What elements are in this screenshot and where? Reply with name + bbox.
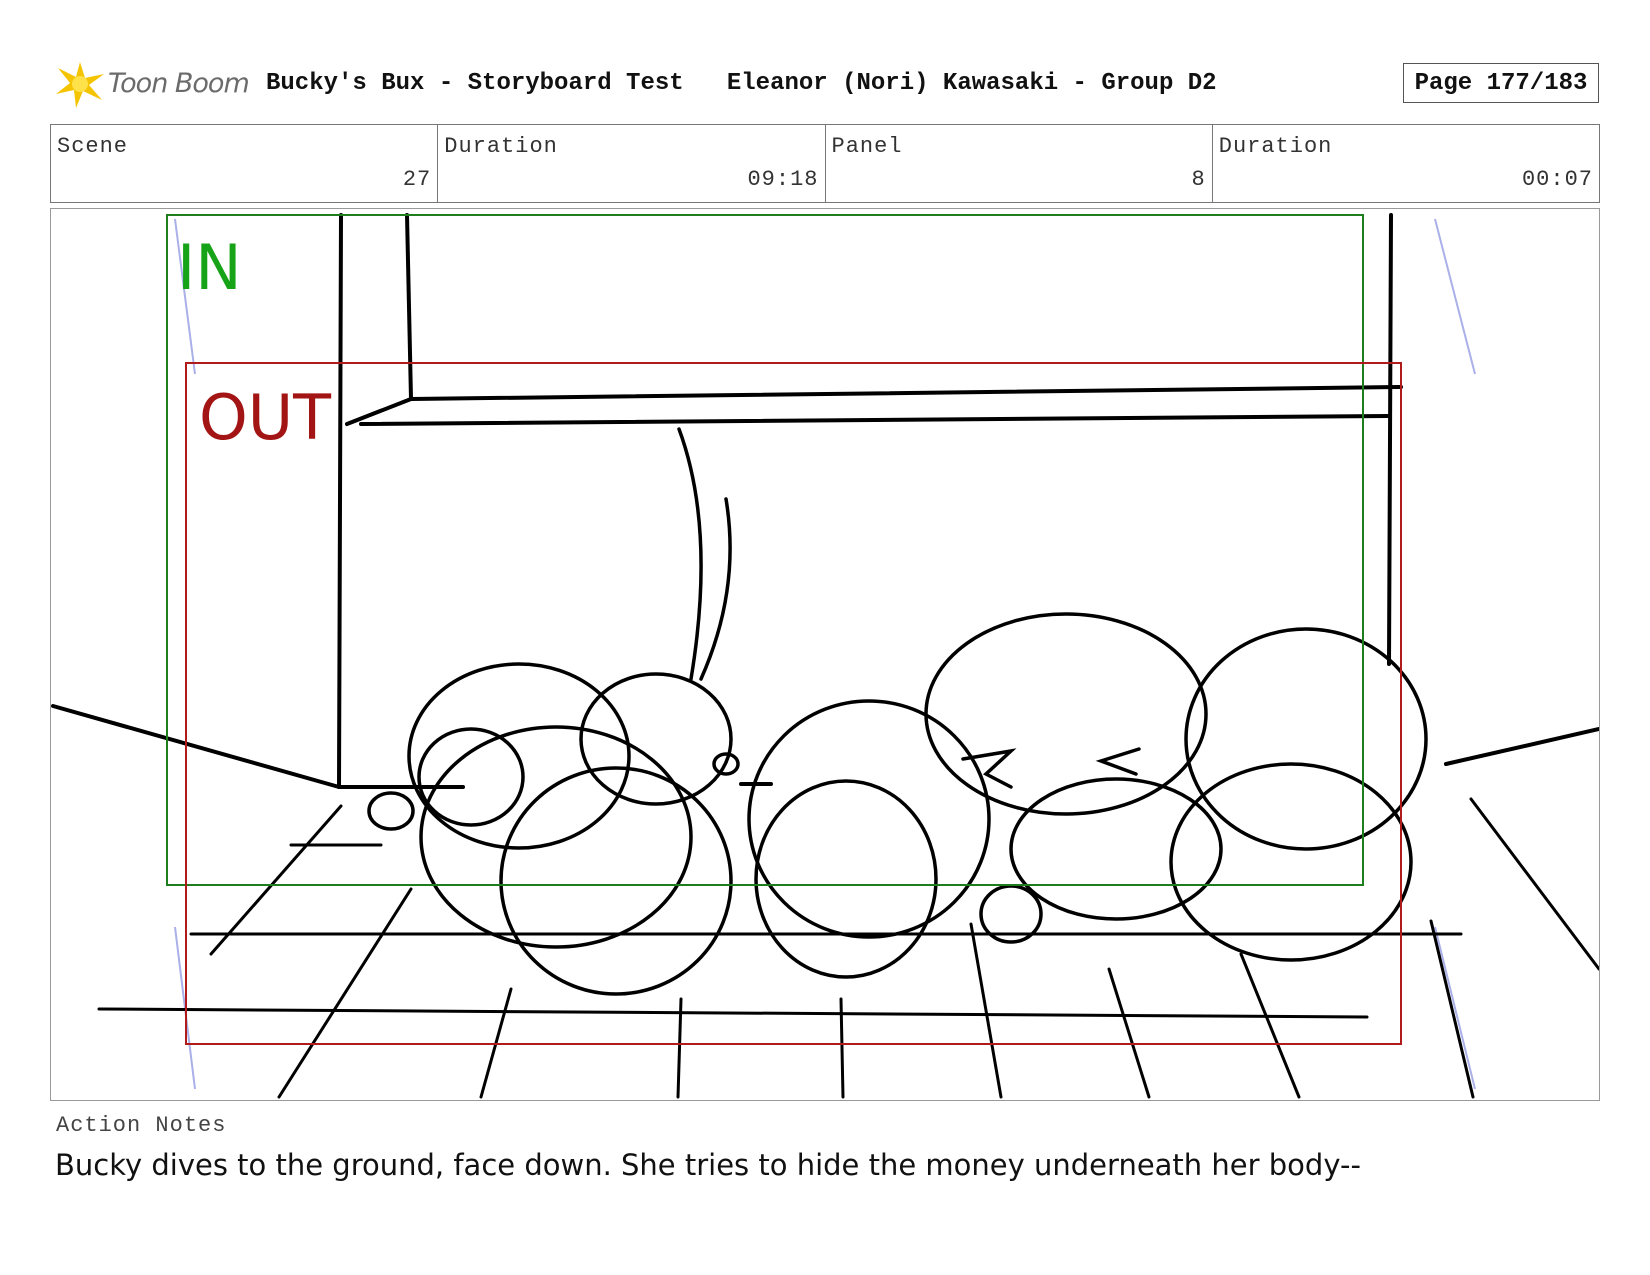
floor-sketch xyxy=(97,797,1599,1099)
action-notes-label: Action Notes xyxy=(56,1113,227,1138)
document-title: Bucky's Bux - Storyboard Test Eleanor (N… xyxy=(266,70,1217,97)
panel-duration-label: Duration xyxy=(1218,134,1333,159)
action-notes-text: Bucky dives to the ground, face down. Sh… xyxy=(55,1148,1361,1182)
in-label: IN xyxy=(177,231,242,304)
scene-value: 27 xyxy=(402,167,432,192)
panel-label: Panel xyxy=(831,134,903,159)
characters-sketch xyxy=(367,427,1428,996)
toon-boom-logo: Toon Boom xyxy=(52,58,252,110)
scene-duration-value: 09:18 xyxy=(747,167,819,192)
scene-info-table: Scene 27 Duration 09:18 Panel 8 Duration… xyxy=(50,124,1600,203)
logo-wordmark: Toon Boom xyxy=(108,68,250,99)
scene-label: Scene xyxy=(57,134,129,159)
scene-duration-label: Duration xyxy=(444,134,558,159)
starburst-icon xyxy=(56,62,104,108)
scene-cell: Scene 27 xyxy=(51,125,439,202)
panel-cell: Panel 8 xyxy=(826,125,1213,202)
page-number: Page 177/183 xyxy=(1403,63,1599,103)
background-sketch xyxy=(51,213,1599,789)
storyboard-panel: IN OUT xyxy=(50,208,1600,1101)
out-label: OUT xyxy=(199,381,332,454)
panel-duration-cell: Duration 00:07 xyxy=(1213,125,1599,202)
panel-value: 8 xyxy=(1191,167,1206,192)
scene-duration-cell: Duration 09:18 xyxy=(438,125,826,202)
panel-duration-value: 00:07 xyxy=(1521,167,1593,192)
panel-sketch: IN OUT xyxy=(51,213,1599,1099)
